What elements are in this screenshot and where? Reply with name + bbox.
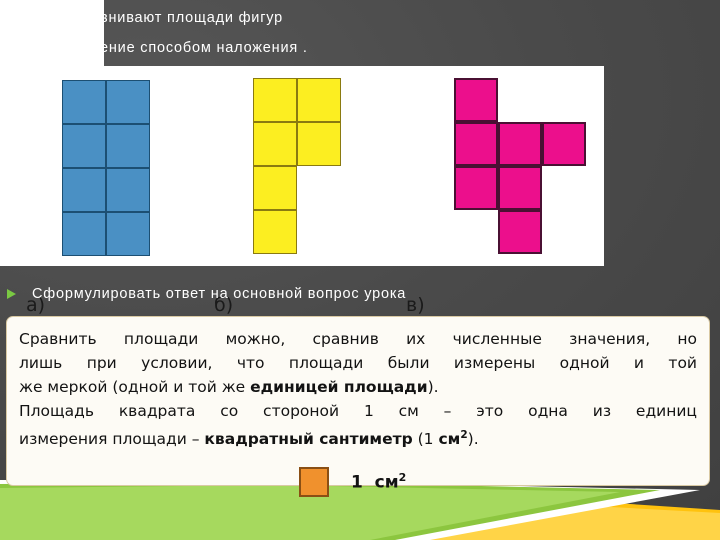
figure-cell	[498, 122, 542, 166]
figure-cell	[498, 166, 542, 210]
unit-square-swatch	[299, 467, 329, 498]
figure-cell	[106, 124, 150, 168]
figure-cell	[498, 210, 542, 254]
bullet-text-3: Сформулировать ответ на основной вопрос …	[32, 286, 407, 302]
definition-line-5: измерения площади – квадратный сантиметр…	[19, 429, 479, 449]
triangle-bullet-icon	[4, 286, 20, 302]
definition-line-3: же меркой (одной и той же единицей площа…	[19, 378, 439, 396]
figure-cell	[253, 78, 297, 122]
figure-cell	[542, 122, 586, 166]
figure-cell	[106, 80, 150, 124]
figure-cell	[62, 168, 106, 212]
slide: внивают площади фигур ение способом нало…	[0, 0, 720, 540]
figures-panel: а) б) в)	[0, 66, 604, 316]
figure-cell	[62, 80, 106, 124]
figure-cell	[253, 210, 297, 254]
white-overlay-box	[0, 0, 104, 66]
figure-cell	[62, 124, 106, 168]
figure-cell	[106, 168, 150, 212]
definition-line-2: лишь при условии, что площади были измер…	[19, 354, 697, 372]
figure-cell	[253, 166, 297, 210]
figure-cell	[454, 78, 498, 122]
definition-line-4: Площадь квадрата со стороной 1 см – это …	[19, 402, 697, 420]
definition-box: Сравнить площади можно, сравнив их числе…	[6, 316, 710, 498]
bullet-row-3: Сформулировать ответ на основной вопрос …	[0, 281, 720, 307]
figure-cell	[62, 212, 106, 256]
figure-cell	[454, 122, 498, 166]
figure-cell	[106, 212, 150, 256]
figure-cell	[454, 166, 498, 210]
bullet-row-2: ение способом наложения .	[0, 35, 720, 61]
bullet-text-2: ение способом наложения .	[100, 40, 308, 56]
definition-line-1: Сравнить площади можно, сравнив их числе…	[19, 330, 697, 348]
figure-cell	[297, 122, 341, 166]
bullet-text-1: внивают площади фигур	[100, 10, 284, 26]
unit-row: 1 см2	[299, 467, 697, 498]
bullet-row-1: внивают площади фигур	[0, 5, 720, 31]
figure-cell	[253, 122, 297, 166]
unit-label: 1 см2	[351, 471, 407, 493]
figure-cell	[297, 78, 341, 122]
